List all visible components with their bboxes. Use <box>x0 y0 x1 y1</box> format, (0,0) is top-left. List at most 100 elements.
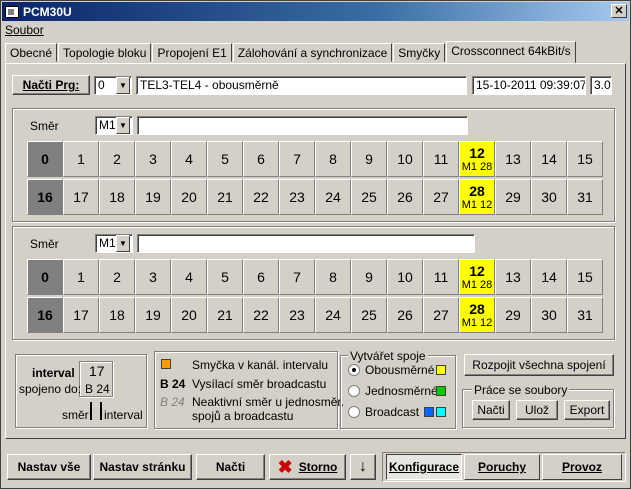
cancel-button[interactable]: ✖ Storno <box>269 454 346 480</box>
channel-cell[interactable]: 7 <box>279 259 315 295</box>
channel-cell[interactable]: 17 <box>63 297 99 333</box>
description-field[interactable]: TEL3-TEL4 - obousměrně <box>136 76 467 95</box>
channel-cell[interactable]: 11 <box>423 259 459 295</box>
cancel-label: Storno <box>298 460 338 474</box>
channel-cell[interactable]: 6 <box>243 141 279 177</box>
channel-cell[interactable]: 5 <box>207 141 243 177</box>
menu-file[interactable]: Soubor <box>5 23 44 37</box>
channel-cell[interactable]: 24 <box>315 179 351 215</box>
channel-cell[interactable]: 9 <box>351 141 387 177</box>
channel-cell[interactable]: 19 <box>135 179 171 215</box>
channel-cell[interactable]: 3 <box>135 259 171 295</box>
channel-cell[interactable]: 21 <box>207 179 243 215</box>
tab-1[interactable]: Topologie bloku <box>58 43 152 62</box>
channel-cell[interactable]: 15 <box>567 141 603 177</box>
channel-cell[interactable]: 23 <box>279 297 315 333</box>
chevron-down-icon[interactable]: ▼ <box>116 235 130 252</box>
channel-cell[interactable]: 6 <box>243 259 279 295</box>
channel-cell[interactable]: 17 <box>63 179 99 215</box>
tab-3[interactable]: Zálohování a synchronizace <box>232 43 393 62</box>
channel-cell[interactable]: 4 <box>171 259 207 295</box>
close-button[interactable]: ✕ <box>611 4 627 18</box>
channel-cell[interactable]: 27 <box>423 297 459 333</box>
channel-cell[interactable]: 10 <box>387 141 423 177</box>
channel-cell[interactable]: 19 <box>135 297 171 333</box>
channel-cell[interactable]: 0 <box>27 141 63 177</box>
channel-cell[interactable]: 5 <box>207 259 243 295</box>
channel-cell[interactable]: 20 <box>171 297 207 333</box>
channel-cell[interactable]: 12 M1 28 <box>459 259 495 295</box>
set-page-button[interactable]: Nastav stránku <box>93 454 192 480</box>
channel-cell[interactable]: 24 <box>315 297 351 333</box>
channel-cell[interactable]: 18 <box>99 297 135 333</box>
channel-cell[interactable]: 22 <box>243 297 279 333</box>
down-arrow-button[interactable]: ↓ <box>350 454 376 480</box>
radio-0[interactable] <box>348 364 360 376</box>
channel-cell[interactable]: 23 <box>279 179 315 215</box>
channel-cell[interactable]: 29 <box>495 179 531 215</box>
channel-cell[interactable]: 28 M1 12 <box>459 297 495 333</box>
channel-cell[interactable]: 0 <box>27 259 63 295</box>
channel-cell[interactable]: 11 <box>423 141 459 177</box>
channel-cell[interactable]: 31 <box>567 179 603 215</box>
channel-cell[interactable]: 12 M1 28 <box>459 141 495 177</box>
channel-cell[interactable]: 29 <box>495 297 531 333</box>
channel-cell[interactable]: 8 <box>315 259 351 295</box>
channel-number: 4 <box>185 269 193 285</box>
channel-cell[interactable]: 28 M1 12 <box>459 179 495 215</box>
radio-1[interactable] <box>348 385 360 397</box>
channel-cell[interactable]: 26 <box>387 179 423 215</box>
channel-cell[interactable]: 13 <box>495 259 531 295</box>
channel-cell[interactable]: 9 <box>351 259 387 295</box>
channel-cell[interactable]: 21 <box>207 297 243 333</box>
radio-label-2[interactable]: Broadcast <box>365 405 419 419</box>
channel-cell[interactable]: 2 <box>99 259 135 295</box>
chevron-down-icon[interactable]: ▼ <box>116 77 130 94</box>
channel-cell[interactable]: 3 <box>135 141 171 177</box>
disconnect-all-button[interactable]: Rozpojit všechna spojení <box>464 354 614 376</box>
channel-cell[interactable]: 7 <box>279 141 315 177</box>
tab-5[interactable]: Crossconnect 64kBit/s <box>446 41 576 63</box>
chevron-down-icon[interactable]: ▼ <box>116 117 130 134</box>
channel-cell[interactable]: 22 <box>243 179 279 215</box>
direction-text-2[interactable] <box>137 234 475 253</box>
load-prg-button[interactable]: Načti Prg: <box>12 75 90 95</box>
channel-cell[interactable]: 8 <box>315 141 351 177</box>
radio-label-1[interactable]: Jednosměrné <box>365 384 438 398</box>
direction-text-1[interactable] <box>137 116 468 135</box>
channel-cell[interactable]: 18 <box>99 179 135 215</box>
channel-cell[interactable]: 16 <box>27 179 63 215</box>
channel-cell[interactable]: 1 <box>63 259 99 295</box>
file-save-button[interactable]: Ulož <box>516 400 558 420</box>
channel-cell[interactable]: 25 <box>351 179 387 215</box>
set-all-button[interactable]: Nastav vše <box>7 454 91 480</box>
channel-cell[interactable]: 10 <box>387 259 423 295</box>
faults-tab-button[interactable]: Poruchy <box>464 454 540 480</box>
channel-cell[interactable]: 16 <box>27 297 63 333</box>
channel-cell[interactable]: 30 <box>531 297 567 333</box>
channel-cell[interactable]: 1 <box>63 141 99 177</box>
radio-2[interactable] <box>348 406 360 418</box>
radio-label-0[interactable]: Obousměrné <box>365 363 434 377</box>
channel-cell[interactable]: 14 <box>531 259 567 295</box>
channel-cell[interactable]: 25 <box>351 297 387 333</box>
file-export-button[interactable]: Export <box>564 400 610 420</box>
load-button[interactable]: Načti <box>196 454 265 480</box>
channel-cell[interactable]: 15 <box>567 259 603 295</box>
config-tab-button[interactable]: Konfigurace <box>386 454 462 480</box>
channel-cell[interactable]: 27 <box>423 179 459 215</box>
tab-0[interactable]: Obecné <box>5 43 58 62</box>
tab-4[interactable]: Smyčky <box>393 43 446 62</box>
channel-cell[interactable]: 26 <box>387 297 423 333</box>
channel-cell[interactable]: 20 <box>171 179 207 215</box>
file-load-button[interactable]: Načti <box>472 400 510 420</box>
channel-cell[interactable]: 14 <box>531 141 567 177</box>
channel-cell[interactable]: 13 <box>495 141 531 177</box>
tab-2[interactable]: Propojení E1 <box>152 43 232 62</box>
datetime-field[interactable]: 15-10-2011 09:39:07 <box>472 76 586 95</box>
channel-cell[interactable]: 31 <box>567 297 603 333</box>
channel-cell[interactable]: 30 <box>531 179 567 215</box>
channel-cell[interactable]: 2 <box>99 141 135 177</box>
operation-tab-button[interactable]: Provoz <box>542 454 622 480</box>
channel-cell[interactable]: 4 <box>171 141 207 177</box>
